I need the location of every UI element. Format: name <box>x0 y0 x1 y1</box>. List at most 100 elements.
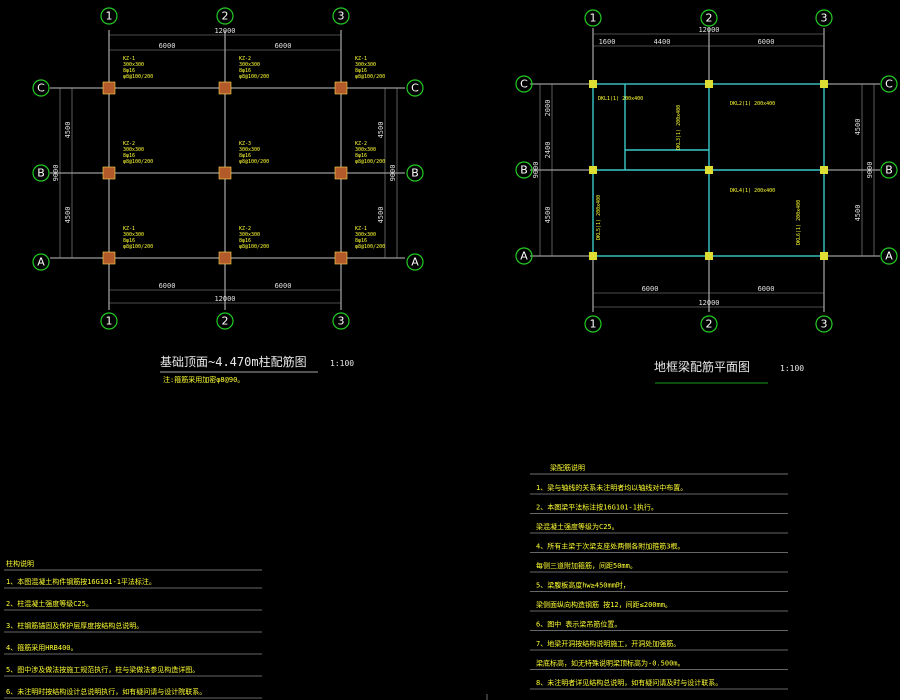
r-axis-bubble-bottom-3: 3 <box>815 315 833 333</box>
r-axis-bubble-top-3: 3 <box>815 9 833 27</box>
beam-label-6: DKL6(1) 200x400 <box>796 200 802 245</box>
svg-text:3: 3 <box>338 10 345 23</box>
svg-text:3: 3 <box>821 318 828 331</box>
svg-text:B: B <box>37 167 45 180</box>
svg-text:B: B <box>520 164 528 177</box>
column-marker <box>102 251 116 265</box>
r-dim-total-bottom: 12000 <box>698 299 719 307</box>
r-axis-bubble-right-A: A <box>880 247 898 265</box>
note-line: 6、未注明时按结构设计总说明执行，如有疑问请与设计院联系。 <box>6 687 206 696</box>
column-marker <box>334 166 348 180</box>
column-marker <box>218 81 232 95</box>
note-line: 1、本图混凝土构件钢筋按16G101-1平法标注。 <box>6 577 156 586</box>
column-label: φ8@100/200 <box>239 74 269 80</box>
r-axis-bubble-top-2: 2 <box>700 9 718 27</box>
r-dim-right-total: 9000 <box>866 162 874 179</box>
svg-text:1: 1 <box>590 12 597 25</box>
dim-right-upper: 4500 <box>377 122 385 139</box>
notes-left-heading: 柱构说明 <box>6 559 34 568</box>
dim-left-total: 9000 <box>52 165 60 182</box>
right-drawing-title: 地框梁配筋平面图 <box>654 359 750 374</box>
r-dim-right-2: 4500 <box>854 205 862 222</box>
notes-right: 梁配筋说明 1、梁与轴线的关系未注明者均以轴线对中布置。 2、本图梁平法标注按16… <box>530 463 788 690</box>
svg-text:A: A <box>37 256 45 269</box>
axis-bubble-left-C: C <box>32 79 50 97</box>
dim-right-lower: 4500 <box>377 207 385 224</box>
svg-text:A: A <box>411 256 419 269</box>
r-axis-bubble-left-B: B <box>515 161 533 179</box>
r-dim-bottom-1: 6000 <box>642 285 659 293</box>
r-axis-bubble-right-C: C <box>880 75 898 93</box>
r-dim-top-1: 1600 <box>599 38 616 46</box>
dim-span-bottom-2: 6000 <box>275 282 292 290</box>
right-drawing-scale: 1:100 <box>780 364 804 373</box>
column-label: φ8@100/200 <box>123 159 153 165</box>
svg-text:B: B <box>885 164 893 177</box>
column-label: φ8@100/200 <box>355 159 385 165</box>
svg-text:C: C <box>411 82 419 95</box>
right-beam-plan: 12000 1600 4400 6000 6000 6000 12000 200… <box>515 9 898 384</box>
svg-text:1: 1 <box>590 318 597 331</box>
svg-text:2: 2 <box>222 10 229 23</box>
r-dim-top-3: 6000 <box>758 38 775 46</box>
svg-text:3: 3 <box>821 12 828 25</box>
r-axis-bubble-right-B: B <box>880 161 898 179</box>
left-column-plan: 12000 6000 6000 6000 6000 12000 4500 450… <box>32 7 424 384</box>
axis-bubble-top-1: 1 <box>100 7 118 25</box>
column-label: φ8@100/200 <box>239 159 269 165</box>
svg-text:A: A <box>520 250 528 263</box>
left-drawing-title: 基础顶面~4.470m柱配筋图 <box>160 354 307 369</box>
r-dim-top-2: 4400 <box>654 38 671 46</box>
r-dim-right-1: 4500 <box>854 119 862 136</box>
note-line: 4、箍筋采用HRB400。 <box>6 643 78 652</box>
dim-left-upper: 4500 <box>64 122 72 139</box>
note-line: 1、梁与轴线的关系未注明者均以轴线对中布置。 <box>536 483 687 492</box>
column-marker <box>334 251 348 265</box>
axis-bubble-bottom-2: 2 <box>216 312 234 330</box>
svg-text:C: C <box>885 78 893 91</box>
svg-text:2: 2 <box>706 318 713 331</box>
column-marker <box>102 81 116 95</box>
note-line: 梁混凝土强度等级为C25。 <box>536 522 619 531</box>
r-axis-bubble-bottom-2: 2 <box>700 315 718 333</box>
beam-label-1: DKL1(1) 200x400 <box>598 96 643 102</box>
svg-text:B: B <box>411 167 419 180</box>
note-line: 8、未注明者详见结构总说明，如有疑问请及时与设计联系。 <box>536 678 722 687</box>
svg-text:3: 3 <box>338 315 345 328</box>
beam-label-4: DKL4(1) 200x400 <box>730 188 775 194</box>
column-marker <box>218 251 232 265</box>
axis-bubble-right-B: B <box>406 164 424 182</box>
r-axis-bubble-top-1: 1 <box>584 9 602 27</box>
axis-bubble-bottom-3: 3 <box>332 312 350 330</box>
left-drawing-note: 注:箍筋采用加密φ8@90。 <box>163 375 244 384</box>
r-dim-total-top: 12000 <box>698 26 719 34</box>
dim-span-2: 6000 <box>275 42 292 50</box>
svg-text:1: 1 <box>106 315 113 328</box>
r-axis-bubble-bottom-1: 1 <box>584 315 602 333</box>
column-marker <box>218 166 232 180</box>
column-label: φ8@100/200 <box>239 244 269 250</box>
note-line: 6、图中 表示梁吊筋位置。 <box>536 620 621 629</box>
svg-text:A: A <box>885 250 893 263</box>
axis-bubble-left-B: B <box>32 164 50 182</box>
note-line: 2、本图梁平法标注按16G101-1执行。 <box>536 503 658 512</box>
r-axis-bubble-left-A: A <box>515 247 533 265</box>
dim-total-top: 12000 <box>214 27 235 35</box>
dim-right-total: 9000 <box>389 165 397 182</box>
column-label: φ8@100/200 <box>123 244 153 250</box>
r-dim-bottom-2: 6000 <box>758 285 775 293</box>
note-line: 5、梁腹板高度hw≥450mm时， <box>536 581 630 590</box>
svg-text:1: 1 <box>106 10 113 23</box>
axis-bubble-top-2: 2 <box>216 7 234 25</box>
svg-text:2: 2 <box>222 315 229 328</box>
dim-left-lower: 4500 <box>64 207 72 224</box>
note-line: 梁底标高，如无特殊说明梁顶标高为-0.500m。 <box>536 659 685 668</box>
dim-span-1: 6000 <box>159 42 176 50</box>
note-line: 每侧三道附加箍筋，间距50mm。 <box>536 561 637 570</box>
note-line: 2、柱混凝土强度等级C25。 <box>6 599 93 608</box>
note-line: 梁侧面纵向构造钢筋 按12，间距≤200mm。 <box>536 600 672 609</box>
beam-label-5: DKL5(1) 200x400 <box>596 195 602 240</box>
axis-bubble-bottom-1: 1 <box>100 312 118 330</box>
column-marker <box>334 81 348 95</box>
r-dim-left-2: 2400 <box>544 142 552 159</box>
